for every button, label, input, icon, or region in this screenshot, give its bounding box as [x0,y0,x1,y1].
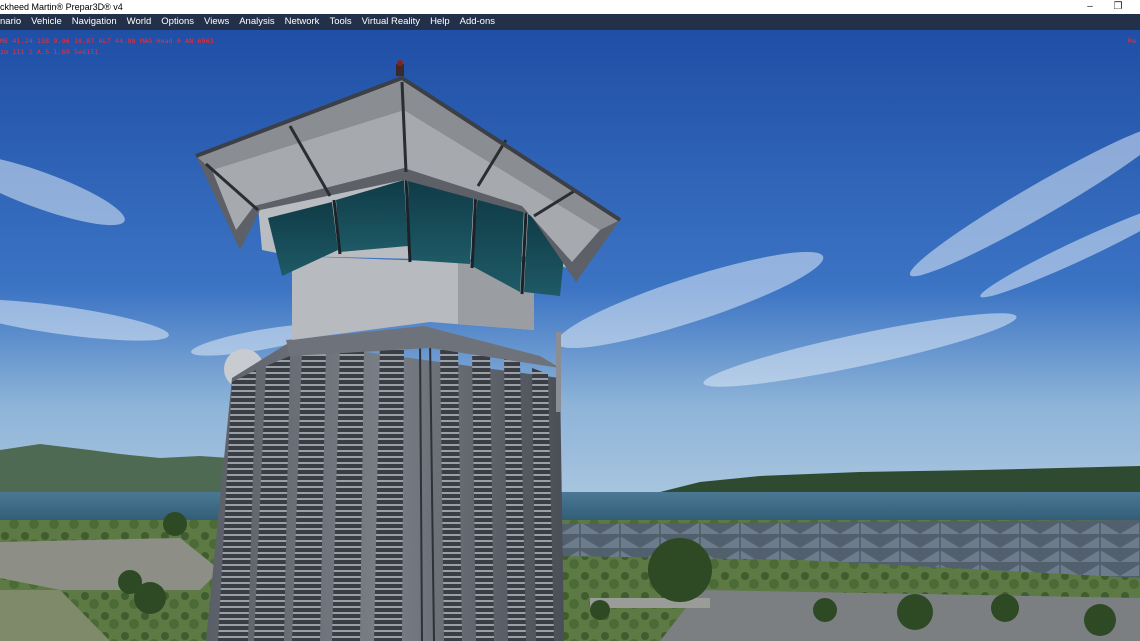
menu-virtual-reality[interactable]: Virtual Reality [357,14,425,30]
hud-readout-right: Re [1128,37,1137,45]
menu-analysis[interactable]: Analysis [234,14,279,30]
menu-add-ons[interactable]: Add-ons [455,14,500,30]
menu-help[interactable]: Help [425,14,455,30]
menu-scenario[interactable]: nario [0,14,26,30]
minimize-button[interactable]: – [1076,0,1104,14]
scene-render [0,30,1140,641]
menu-views[interactable]: Views [199,14,234,30]
menu-vehicle[interactable]: Vehicle [26,14,67,30]
simulator-viewport[interactable]: ME 41.24 138 9.96 18.87 ALT 44.98 MAG He… [0,30,1140,641]
menu-options[interactable]: Options [156,14,199,30]
hud-readout-line-2: 1m 111 1 A.5 1.69 5e6151 [0,48,99,56]
menu-tools[interactable]: Tools [324,14,356,30]
window-title: ckheed Martin® Prepar3D® v4 [0,2,123,12]
title-bar: ckheed Martin® Prepar3D® v4 – ❐ [0,0,1140,14]
menu-world[interactable]: World [122,14,157,30]
hud-readout-line-1: ME 41.24 138 9.96 18.87 ALT 44.98 MAG He… [0,37,214,45]
restore-button[interactable]: ❐ [1104,0,1132,14]
menu-bar: nario Vehicle Navigation World Options V… [0,14,1140,30]
menu-navigation[interactable]: Navigation [67,14,122,30]
menu-network[interactable]: Network [280,14,325,30]
